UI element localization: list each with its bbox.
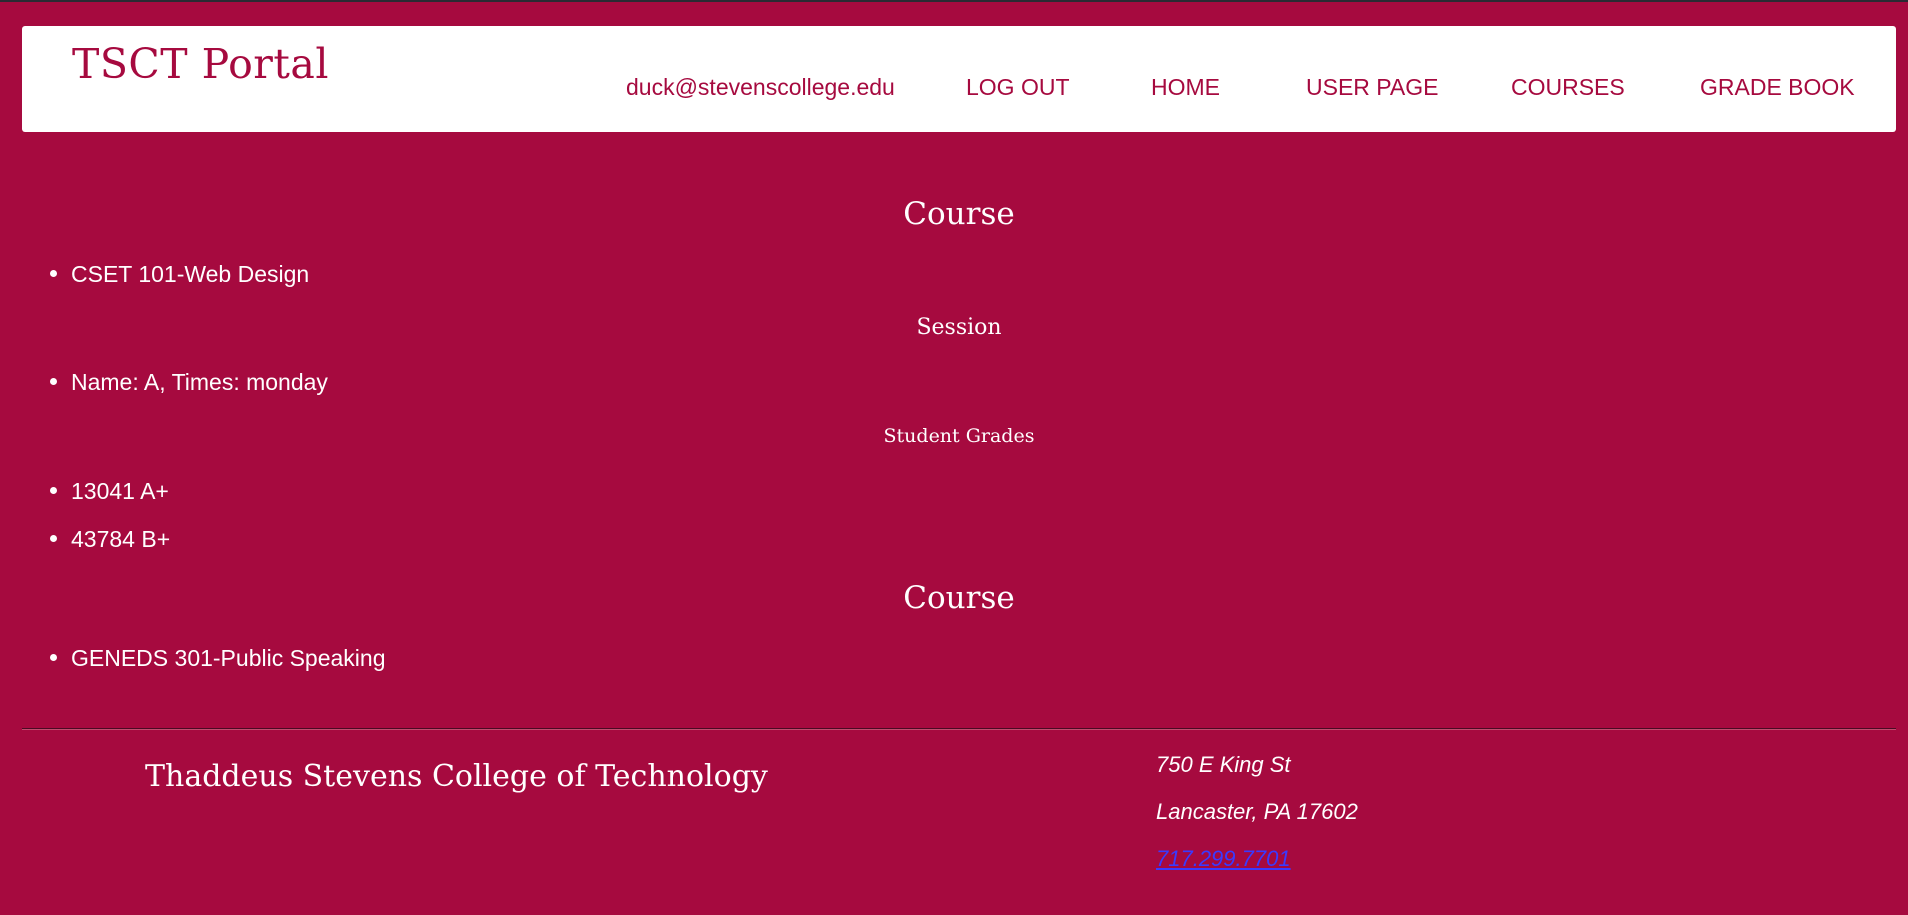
city-state-zip: Lancaster, PA 17602 — [1156, 799, 1358, 824]
street-address: 750 E King St — [1156, 752, 1291, 777]
user-page-link[interactable]: USER PAGE — [1306, 74, 1439, 101]
bullet — [50, 378, 57, 386]
bullet — [50, 654, 57, 662]
grade-list-item: 13041 A+ — [50, 478, 169, 505]
phone-link[interactable]: 717.299.7701 — [1156, 846, 1291, 872]
course-name: CSET 101-Web Design — [71, 261, 310, 287]
session-heading: Session — [916, 315, 1002, 340]
grade-entry: 43784 B+ — [71, 526, 171, 552]
home-link[interactable]: HOME — [1151, 74, 1220, 101]
footer-divider — [22, 728, 1896, 730]
course-heading: Course — [903, 196, 1015, 232]
bullet — [50, 535, 57, 543]
course-heading: Course — [903, 580, 1015, 616]
course-name: GENEDS 301-Public Speaking — [71, 645, 386, 671]
student-grades-heading: Student Grades — [883, 425, 1035, 447]
bullet — [50, 487, 57, 495]
site-title: TSCT Portal — [72, 40, 329, 88]
courses-link[interactable]: COURSES — [1511, 74, 1625, 101]
top-header: TSCT Portal duck@stevenscollege.edu LOG … — [22, 26, 1896, 132]
course-list-item: CSET 101-Web Design — [50, 261, 309, 288]
course-list-item: GENEDS 301-Public Speaking — [50, 645, 386, 672]
grade-entry: 13041 A+ — [71, 478, 169, 504]
logout-link[interactable]: LOG OUT — [966, 74, 1070, 101]
session-info: Name: A, Times: monday — [71, 369, 328, 395]
user-email-link[interactable]: duck@stevenscollege.edu — [626, 74, 895, 101]
college-name: Thaddeus Stevens College of Technology — [145, 759, 768, 794]
grade-book-link[interactable]: GRADE BOOK — [1700, 74, 1855, 101]
grade-list-item: 43784 B+ — [50, 526, 170, 553]
bullet — [50, 270, 57, 278]
session-list-item: Name: A, Times: monday — [50, 369, 328, 396]
